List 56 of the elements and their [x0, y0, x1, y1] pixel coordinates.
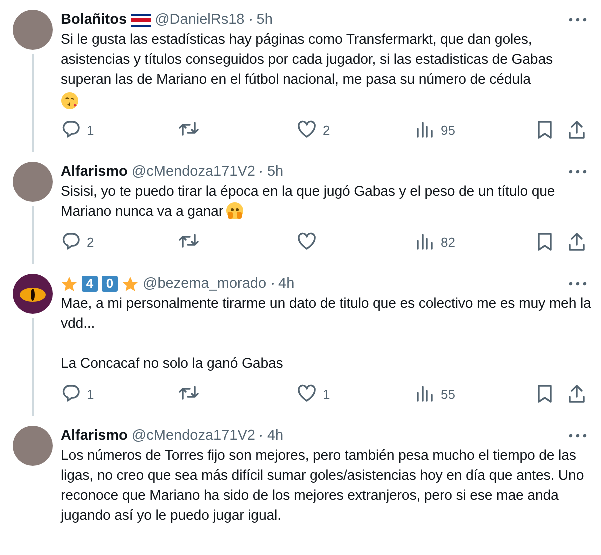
- flag-icon: [131, 14, 152, 26]
- user-name[interactable]: Bolañitos: [61, 12, 128, 28]
- bar-chart-icon: [415, 120, 435, 140]
- reply-button[interactable]: 1: [61, 384, 179, 404]
- heart-icon: [297, 232, 317, 252]
- more-icon[interactable]: [569, 282, 587, 286]
- separator-dot: [272, 283, 274, 285]
- share-icon[interactable]: [567, 232, 587, 252]
- star-icon: [122, 276, 139, 292]
- views-button[interactable]: 95: [415, 120, 533, 140]
- heart-icon: [297, 384, 317, 404]
- like-button[interactable]: 2: [297, 120, 415, 140]
- separator-dot: [260, 435, 262, 437]
- views-button[interactable]: 55: [415, 384, 533, 404]
- more-icon[interactable]: [569, 170, 587, 174]
- separator-dot: [260, 171, 262, 173]
- user-handle[interactable]: @bezema_morado: [143, 276, 267, 292]
- more-icon[interactable]: [569, 18, 587, 22]
- bookmark-icon[interactable]: [535, 232, 555, 252]
- tweet-text: Mae, a mi personalmente tirarme un dato de titulo que es colectivo me es muy meh la vdd...: [61, 295, 592, 334]
- share-icon[interactable]: [567, 384, 587, 404]
- tweet-text: Sisisi, yo te puedo tirar la época en la que jugó Gabas y el peso de un título que Mariano nunca va a ganar: [61, 183, 556, 222]
- avatar-placeholder[interactable]: [13, 426, 53, 466]
- timestamp[interactable]: 4h: [278, 276, 295, 292]
- like-button[interactable]: 1: [297, 384, 415, 404]
- reply-button[interactable]: 1: [61, 120, 179, 140]
- user-name[interactable]: Alfarismo: [61, 428, 128, 444]
- reply-button[interactable]: 2: [61, 232, 179, 252]
- tweet-text: La Concacaf no solo la ganó Gabas: [61, 355, 284, 374]
- reply-icon: [61, 384, 81, 404]
- number-badge: 4: [82, 276, 98, 292]
- share-icon[interactable]: [567, 120, 587, 140]
- bookmark-icon[interactable]: [535, 120, 555, 140]
- views-button[interactable]: 82: [415, 232, 533, 252]
- separator-dot: [250, 19, 252, 21]
- tweet-text: Los números de Torres fijo son mejores, pero también pesa mucho el tiempo de las ligas, no creo que sea más difícil sumar goles/asistencias hoy en día que antes. Uno reconoce que Mariano ha sido de los mejores extranjeros, pero si ese mae anda jugando así yo le puedo jugar igual.: [61, 447, 586, 526]
- star-icon: [61, 276, 78, 292]
- user-handle[interactable]: @cMendoza171V2: [132, 428, 256, 444]
- reply-icon: [61, 232, 81, 252]
- reply-icon: [61, 120, 81, 140]
- timestamp[interactable]: 5h: [256, 12, 273, 28]
- tweet-text: Si le gusta las estadísticas hay páginas como Transfermarkt, que dan goles, asistencias y títulos conseguidos por cada jugador, si las estadisticas de Gabas superan las de Mariano en el fútbol nacional, me pasa su número de cédula: [61, 30, 593, 110]
- user-handle[interactable]: @DanielRs18: [155, 12, 245, 28]
- bookmark-icon[interactable]: [535, 384, 555, 404]
- timestamp[interactable]: 5h: [267, 164, 284, 180]
- timestamp[interactable]: 4h: [267, 428, 284, 444]
- heart-icon: [297, 120, 317, 140]
- user-name[interactable]: Alfarismo: [61, 164, 128, 180]
- bar-chart-icon: [415, 384, 435, 404]
- avatar-picture[interactable]: [13, 274, 53, 314]
- avatar-placeholder[interactable]: [13, 162, 53, 202]
- more-icon[interactable]: [569, 434, 587, 438]
- user-handle[interactable]: @cMendoza171V2: [132, 164, 256, 180]
- bar-chart-icon: [415, 232, 435, 252]
- number-badge: 0: [102, 276, 118, 292]
- avatar-placeholder[interactable]: [13, 10, 53, 50]
